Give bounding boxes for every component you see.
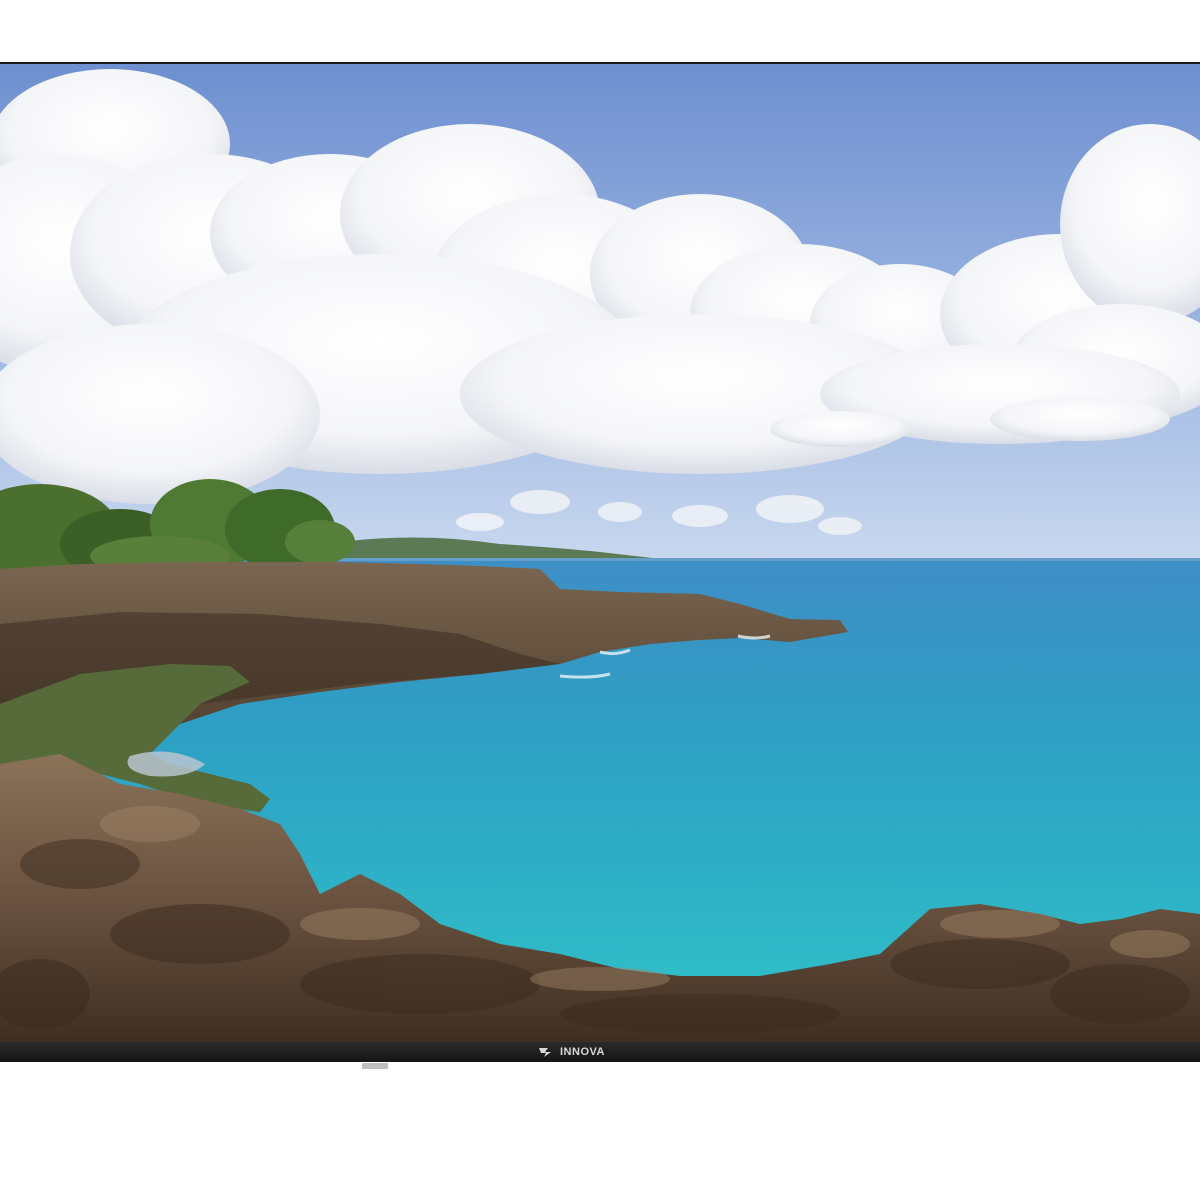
brand-emblem-icon — [539, 1048, 551, 1057]
brand-name: INNOVA — [560, 1046, 605, 1058]
tv-screen — [0, 64, 1200, 1042]
landscape-image — [0, 64, 1200, 1042]
ir-sensor — [362, 1063, 388, 1069]
brand-logo: INNOVA — [538, 1043, 605, 1061]
television: INNOVA — [0, 62, 1200, 1062]
